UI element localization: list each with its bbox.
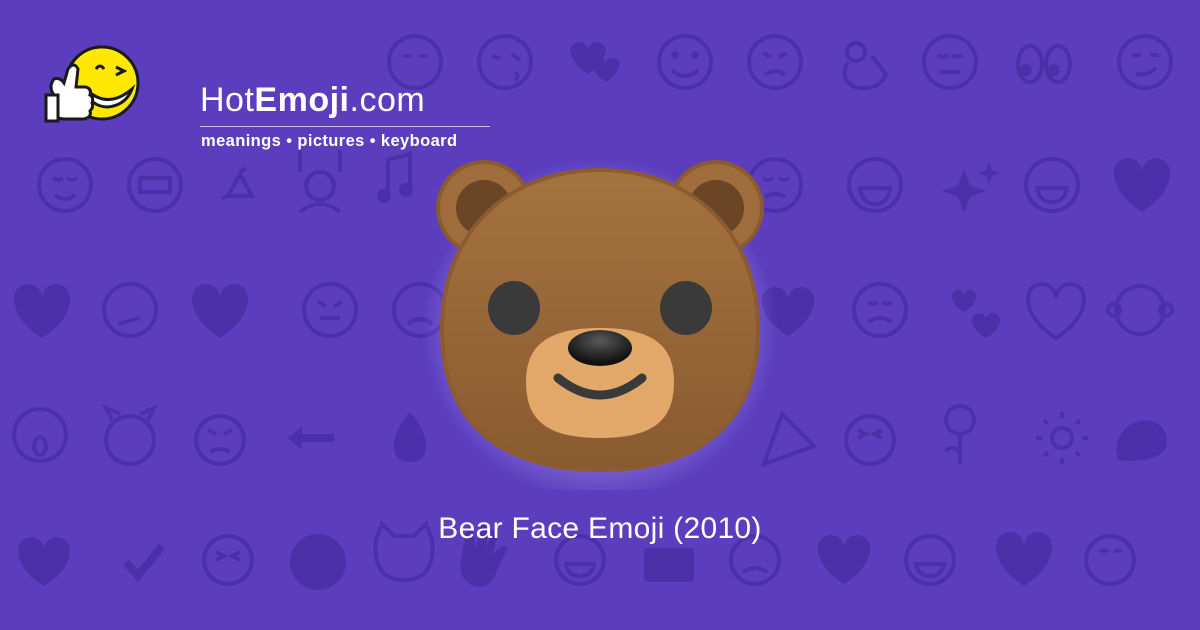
smirking-face-icon [1117, 34, 1173, 90]
grimacing-face-icon [127, 157, 183, 213]
smiling-face-icon [657, 34, 713, 90]
flexed-biceps-icon [1116, 420, 1167, 461]
left-arrow-icon [288, 426, 334, 450]
angry-face-icon [194, 414, 246, 466]
persevering-face-icon [747, 34, 803, 90]
broken-heart-icon [14, 284, 70, 338]
tongue-face-icon [302, 282, 358, 338]
confused-face-icon [102, 282, 158, 338]
site-name-suffix: .com [349, 81, 426, 119]
revolving-hearts-icon [952, 290, 1000, 338]
monkey-icon [1106, 284, 1174, 336]
logo-divider [200, 126, 490, 127]
musical-notes-icon [377, 151, 413, 203]
thumbs-up-winking-face-icon [40, 35, 140, 130]
site-name: HotEmoji.com [200, 83, 425, 117]
striped-heart-icon [192, 284, 248, 338]
two-hearts-icon [570, 42, 620, 82]
sun-icon [1036, 412, 1088, 464]
ok-hand-icon [842, 41, 889, 91]
bear-face-icon [420, 130, 780, 502]
relieved-face-icon [37, 157, 93, 213]
recycle-icon [221, 166, 256, 200]
grinning-face-icon [847, 157, 903, 213]
weary-face-icon [852, 282, 908, 338]
site-logo[interactable]: HotEmoji.com meanings • pictures • keybo… [40, 35, 490, 150]
devil-face-icon [101, 404, 159, 466]
share-card: HotEmoji.com meanings • pictures • keybo… [0, 0, 1200, 630]
emoji-title: Bear Face Emoji (2010) [438, 512, 762, 545]
camera-icon [644, 548, 694, 582]
screaming-face-icon [12, 407, 68, 463]
sparkles-icon [942, 162, 1000, 213]
site-tagline: meanings • pictures • keyboard [201, 132, 458, 150]
winking-kiss-face-icon [477, 34, 533, 90]
smiling-face-icon [1024, 157, 1080, 213]
site-name-light: Hot [200, 81, 255, 119]
striped-heart-icon [1114, 158, 1170, 212]
rose-icon [944, 404, 976, 464]
relieved-face-icon [922, 34, 978, 90]
site-name-bold: Emoji [254, 81, 350, 119]
heart-icon [1025, 282, 1087, 341]
raising-hands-person-icon [298, 150, 342, 214]
check-mark-icon [122, 543, 166, 583]
eyes-icon [1016, 44, 1072, 84]
squinting-tongue-face-icon [844, 414, 896, 466]
